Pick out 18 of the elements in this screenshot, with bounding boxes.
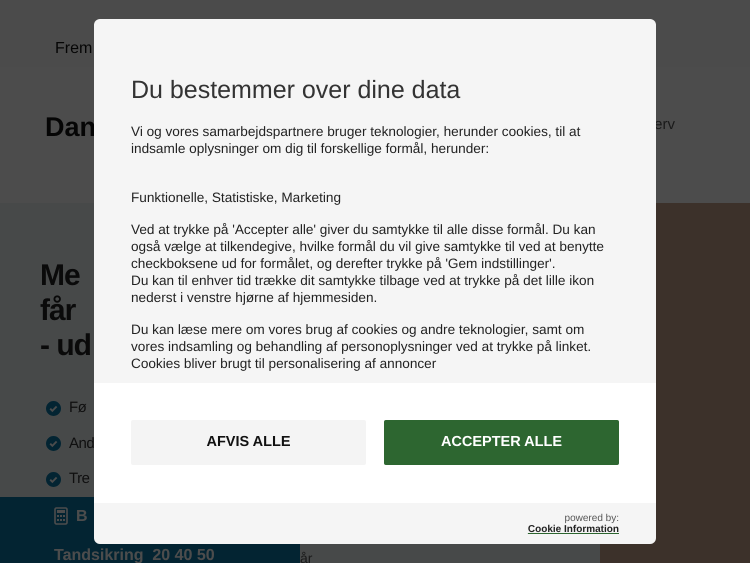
- hero-heading: - ud: [40, 328, 91, 363]
- checklist-item: Tre: [69, 469, 90, 489]
- provider-link[interactable]: Cookie Information: [528, 524, 619, 535]
- dialog-text: Vi og vores samarbejdspartnere bruger teknologier, herunder cookies, til at indsamle oplysninger om dig til forskellige formål, herunder:: [131, 123, 582, 157]
- dialog-text: Du kan læse mere om vores brug af cookies og andre teknologier, samt om vores indsamling og behandling af personoplysninger ved at trykke på linket. Cookies bliver brugt til personalisering af annoncer: [131, 321, 592, 372]
- reject-all-button[interactable]: AFVIS ALLE: [131, 420, 366, 465]
- call-title[interactable]: B: [76, 508, 88, 524]
- powered-by-text: powered by:: [564, 513, 619, 524]
- nav-link[interactable]: Frem: [55, 40, 92, 57]
- accept-all-button[interactable]: ACCEPTER ALLE: [384, 420, 619, 465]
- dialog-text: Ved at trykke på 'Accepter alle' giver du samtykke til alle disse formål. Du kan også vælge at tilkendegive, hvilke formål du vil give samtykke til ved at benytte checkboksene ud for formålet, og derefter trykke på 'Gem indstillinger'.: [131, 221, 605, 272]
- checklist-item: And: [69, 434, 94, 454]
- dialog-text: Du kan til enhver tid trække dit samtykke tilbage ved at trykke på det lille ikon nederst i venstre hjørne af hjemmesiden.: [131, 272, 596, 306]
- checklist-item: Fø: [69, 398, 86, 418]
- hero-heading: får: [40, 293, 76, 328]
- hero-heading: Me: [40, 258, 80, 293]
- dialog-title: Du bestemmer over dine data: [131, 75, 462, 105]
- dialog-text: Funktionelle, Statistiske, Marketing: [131, 189, 342, 206]
